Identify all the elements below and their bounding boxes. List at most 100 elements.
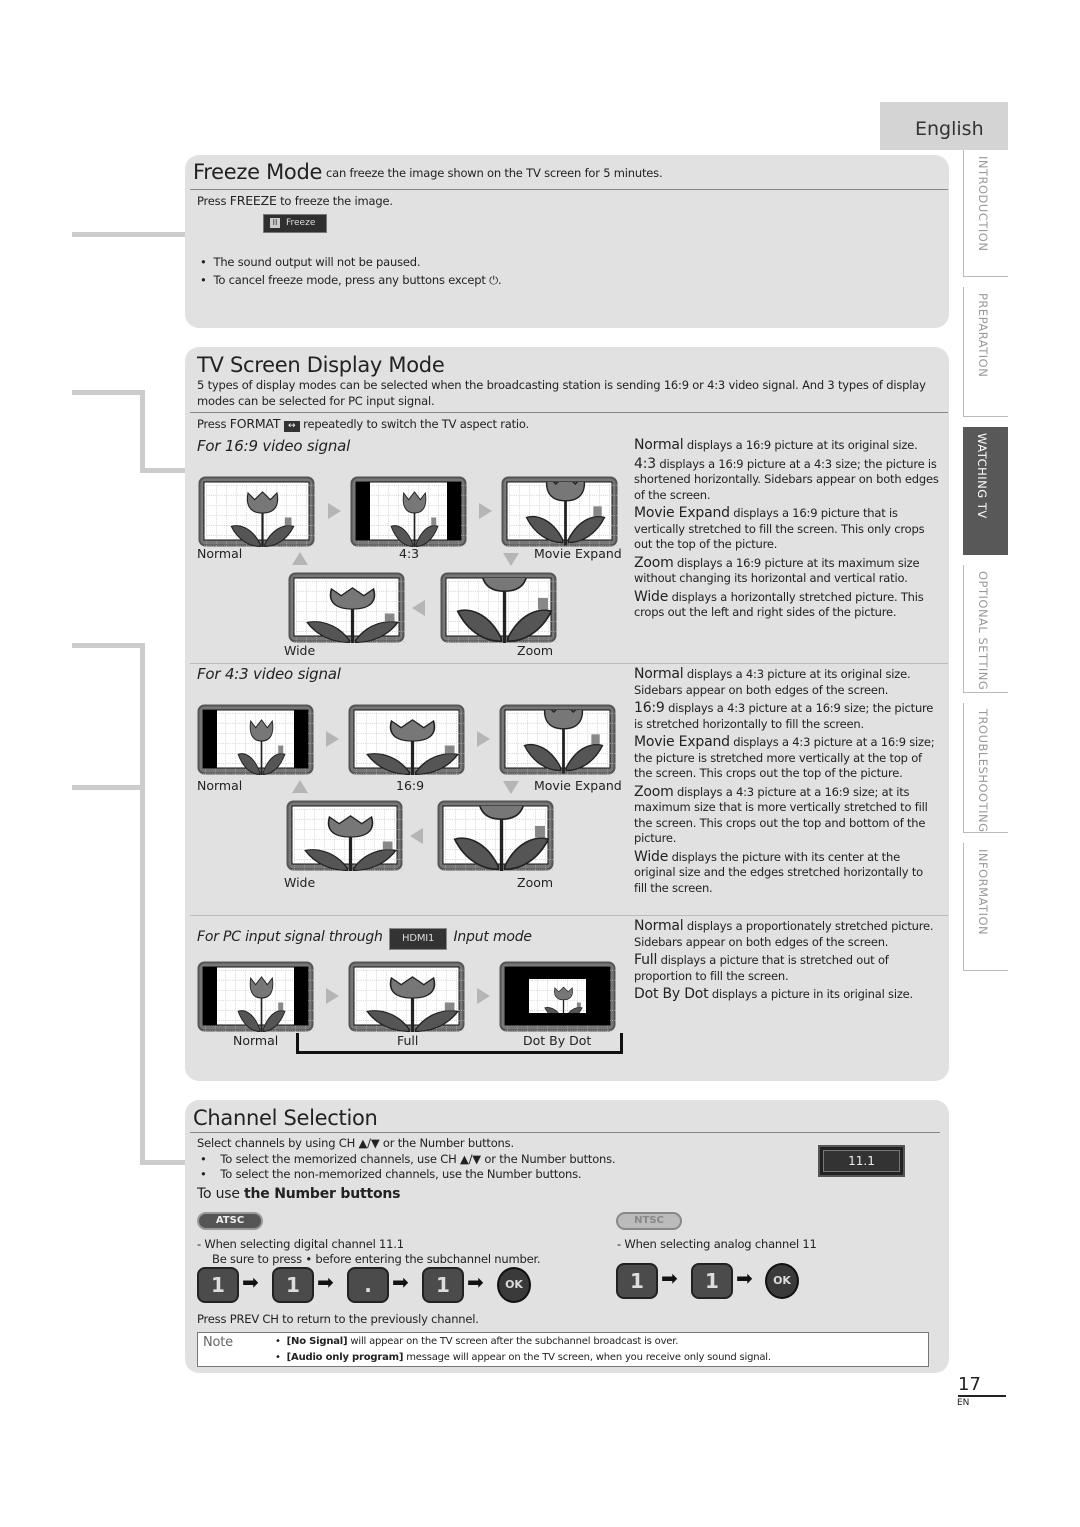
mode-description: 16:9 displays a 4:3 picture at a 16:9 si…: [634, 700, 934, 731]
tulip-picture-icon: [501, 476, 618, 547]
language-tab[interactable]: English: [880, 102, 1008, 150]
mode-description: Wide displays a horizontally stretched p…: [634, 588, 924, 619]
key-1: 1: [422, 1267, 464, 1303]
tulip-picture-icon: [350, 476, 467, 547]
thumb-16-9-movie-expand: [501, 476, 618, 547]
decor-bracket: [72, 643, 142, 648]
arrow-right-icon: [479, 503, 492, 519]
desc-4-3: Normal displays a 4:3 picture at its ori…: [634, 666, 939, 899]
side-tab-watching-tv[interactable]: WATCHING TV: [963, 427, 1008, 555]
key-1: 1: [616, 1263, 658, 1299]
label-full: Full: [397, 1033, 419, 1048]
arrow-down-icon: [503, 553, 519, 566]
tulip-picture-icon: [197, 704, 314, 775]
thumb-4-3-movie-expand: [499, 704, 616, 775]
arrow-right-icon: [328, 503, 341, 519]
mode-description: Full displays a picture that is stretche…: [634, 952, 889, 983]
tulip-picture-icon: [348, 704, 465, 775]
side-tab-preparation[interactable]: PREPARATION: [963, 287, 1008, 417]
arrow-right-icon: [326, 731, 339, 747]
channel-osd: 11.1: [818, 1145, 905, 1177]
channel-title: Channel Selection: [193, 1106, 378, 1130]
arrow-left-icon: [410, 828, 423, 844]
freeze-title: Freeze Mode: [193, 160, 323, 184]
label-wide: Wide: [284, 643, 316, 658]
heading-16-9: For 16:9 video signal: [197, 437, 351, 455]
display-intro: 5 types of display modes can be selected…: [197, 378, 926, 408]
tulip-picture-icon: [198, 476, 315, 547]
side-tab-label: INFORMATION: [976, 849, 990, 936]
desc-pc: Normal displays a proportionately stretc…: [634, 918, 939, 1006]
arrow-right-icon: ➡: [736, 1266, 753, 1290]
thumb-16-9-wide: [288, 572, 405, 643]
key-1: 1: [197, 1267, 239, 1303]
decor-bracket: [72, 390, 142, 395]
thumb-pc-normal: [197, 961, 314, 1032]
arrow-right-icon: [477, 731, 490, 747]
freeze-bullet: • To cancel freeze mode, press any butto…: [200, 273, 502, 287]
label-dot-by-dot: Dot By Dot: [523, 1033, 592, 1048]
heading-4-3: For 4:3 video signal: [197, 665, 341, 683]
label-16-9: 16:9: [396, 778, 425, 793]
thumb-4-3-normal: [197, 704, 314, 775]
arrow-down-icon: [503, 781, 519, 794]
label-normal: Normal: [197, 546, 243, 561]
note-label: Note: [203, 1335, 233, 1350]
note-item: • [No Signal] will appear on the TV scre…: [275, 1336, 679, 1347]
tulip-picture-icon: [499, 704, 616, 775]
label-normal: Normal: [197, 778, 243, 793]
key-dot: .: [347, 1267, 389, 1303]
thumb-pc-dot-by-dot: [499, 961, 616, 1032]
divider: [190, 412, 948, 413]
channel-line: Select channels by using CH ▲/▼ or the N…: [197, 1136, 514, 1150]
thumb-16-9-normal: [198, 476, 315, 547]
arrow-right-icon: [477, 988, 490, 1004]
side-tab-optional-setting[interactable]: OPTIONAL SETTING: [963, 565, 1008, 693]
atsc-line: - When selecting digital channel 11.1: [197, 1237, 404, 1251]
tulip-picture-icon: [197, 961, 314, 1032]
thumb-pc-full: [348, 961, 465, 1032]
label-movie-expand: Movie Expand: [534, 546, 622, 561]
decor-bracket: [140, 643, 145, 1163]
tulip-picture-icon: [288, 572, 405, 643]
decor-bracket: [140, 468, 185, 473]
page-number: 17: [958, 1374, 1006, 1397]
format-instruction: Press FORMAT ↔ repeatedly to switch the …: [197, 416, 530, 432]
arrow-right-icon: [326, 988, 339, 1004]
prev-ch-line: Press PREV CH to return to the previousl…: [197, 1312, 479, 1326]
divider: [190, 663, 948, 664]
label-zoom: Zoom: [517, 875, 554, 890]
side-tab-introduction[interactable]: INTRODUCTION: [963, 150, 1008, 277]
mode-description: Zoom displays a 4:3 picture at a 16:9 si…: [634, 783, 928, 845]
side-tab-label: OPTIONAL SETTING: [976, 571, 990, 691]
mode-description: Normal displays a 4:3 picture at its ori…: [634, 666, 911, 697]
mode-description: Normal displays a proportionately stretc…: [634, 918, 934, 949]
thumb-4-3-zoom: [437, 800, 554, 871]
mode-description: Dot By Dot displays a picture in its ori…: [634, 986, 914, 1002]
format-icon: ↔: [283, 421, 300, 432]
pause-icon: II: [270, 218, 280, 228]
label-4-3: 4:3: [399, 546, 420, 561]
ntsc-badge: NTSC: [616, 1212, 682, 1230]
ntsc-line: - When selecting analog channel 11: [617, 1237, 817, 1251]
freeze-instruction: Press FREEZE to freeze the image.: [197, 193, 393, 208]
decor-bracket: [140, 390, 145, 472]
arrow-left-icon: [412, 600, 425, 616]
side-tab-information[interactable]: INFORMATION: [963, 843, 1008, 971]
freeze-osd: II Freeze: [263, 214, 327, 233]
thumb-4-3-wide: [286, 800, 403, 871]
display-title: TV Screen Display Mode: [197, 353, 445, 377]
tulip-picture-icon: [437, 800, 554, 871]
side-tab-label: PREPARATION: [976, 293, 990, 378]
page-language: EN: [957, 1398, 970, 1408]
decor-line: [72, 785, 142, 790]
label-movie-expand: Movie Expand: [534, 778, 622, 793]
thumb-16-9-zoom: [440, 572, 557, 643]
tulip-picture-icon: [286, 800, 403, 871]
mode-description: Normal displays a 16:9 picture at its or…: [634, 437, 918, 453]
mode-description: 4:3 displays a 16:9 picture at a 4:3 siz…: [634, 455, 939, 502]
freeze-bullet: • The sound output will not be paused.: [200, 255, 421, 269]
side-tab-troubleshooting[interactable]: TROUBLESHOOTING: [963, 703, 1008, 833]
key-1: 1: [272, 1267, 314, 1303]
key-1: 1: [691, 1263, 733, 1299]
